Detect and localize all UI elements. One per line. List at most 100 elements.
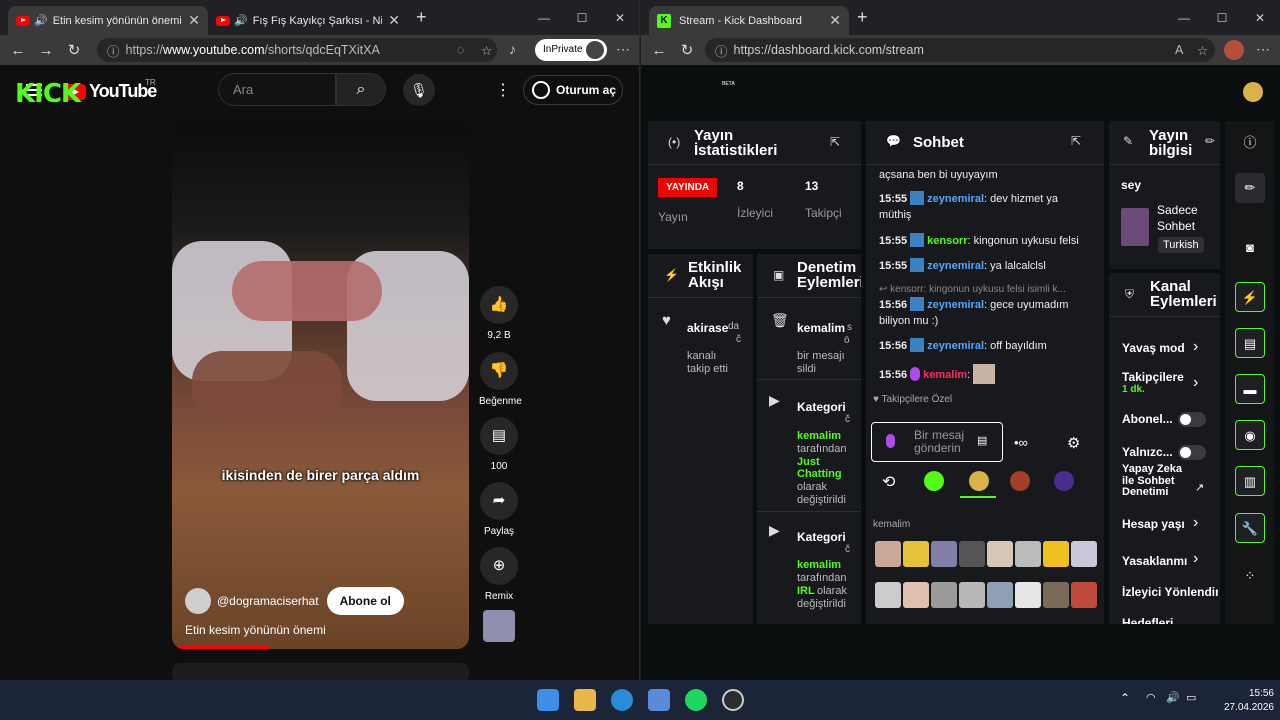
message-user[interactable]: zeynemiral	[927, 340, 984, 352]
channel-emotes-icon[interactable]	[969, 471, 989, 491]
app-icon[interactable]	[722, 689, 744, 711]
emote-set-icon[interactable]	[1054, 471, 1074, 491]
search-input[interactable]: Ara	[218, 73, 336, 106]
speaker-icon[interactable]: 🔊	[34, 14, 48, 27]
popout-icon[interactable]: ⇱	[830, 135, 840, 149]
wifi-icon[interactable]: ◠	[1146, 691, 1156, 704]
emote[interactable]	[875, 582, 901, 608]
read-aloud-icon[interactable]: A	[1175, 43, 1183, 57]
lightning-icon[interactable]: ⚡	[1235, 282, 1265, 312]
forward-icon[interactable]: →	[32, 42, 60, 59]
spotify-icon[interactable]	[685, 689, 707, 711]
emote[interactable]	[903, 541, 929, 567]
video-progress-bar[interactable]	[172, 646, 269, 649]
wrench-icon[interactable]: 🔧	[1235, 513, 1265, 543]
subscribers-toggle[interactable]	[1178, 412, 1206, 427]
site-info-icon[interactable]: ⓘ	[107, 41, 120, 60]
thumbs-down-icon[interactable]: 👎	[480, 352, 518, 390]
chevron-up-icon[interactable]: ⌃	[1120, 691, 1130, 705]
share-icon[interactable]: ➦	[480, 482, 518, 520]
emote[interactable]	[903, 582, 929, 608]
activity-user[interactable]: akirase	[687, 322, 728, 335]
signin-button[interactable]: Oturum aç	[523, 75, 623, 105]
emote-picker-icon[interactable]: ▤	[977, 435, 987, 448]
emote[interactable]	[1015, 582, 1041, 608]
close-window-button[interactable]: ✕	[601, 11, 639, 25]
emote[interactable]	[987, 582, 1013, 608]
back-icon[interactable]: ←	[645, 42, 673, 59]
comment-icon[interactable]: ▤	[480, 417, 518, 455]
message-user[interactable]: zeynemiral	[927, 260, 984, 272]
user-avatar[interactable]	[1243, 82, 1263, 102]
dislike-action[interactable]: 👎 Beğenme	[479, 352, 522, 407]
emote-only-toggle[interactable]	[1178, 445, 1206, 460]
chat-icon[interactable]: ▬	[1235, 374, 1265, 404]
message-user[interactable]: kemalim	[923, 369, 967, 381]
mod-user[interactable]: kemalim	[797, 322, 845, 335]
tracking-icon[interactable]: ◌	[457, 43, 464, 57]
start-button-icon[interactable]	[537, 689, 559, 711]
emote[interactable]	[875, 541, 901, 567]
extensions-icon[interactable]: ♪	[509, 41, 516, 57]
more-menu-icon[interactable]: ⋯	[616, 41, 630, 58]
emote[interactable]	[987, 541, 1013, 567]
site-info-icon[interactable]: ⓘ	[715, 41, 728, 60]
message-user[interactable]: kensorr	[927, 235, 967, 247]
back-icon[interactable]: ←	[4, 42, 32, 59]
popout-icon[interactable]: ⇱	[1071, 134, 1081, 148]
shorts-video-player[interactable]: ikisinden de birer parça aldım @dogramac…	[172, 121, 469, 649]
info-icon[interactable]: ⓘ	[1235, 128, 1265, 158]
favorite-star-icon[interactable]: ☆	[1197, 43, 1208, 58]
maximize-button[interactable]: ☐	[563, 11, 601, 25]
edit-pencil-icon[interactable]: ✏	[1205, 134, 1215, 148]
remix-action[interactable]: ⊕ Remix	[479, 547, 519, 602]
video-title[interactable]: Etin kesim yönünün önemi	[185, 623, 326, 637]
inprivate-badge[interactable]: InPrivate	[535, 39, 607, 61]
emote[interactable]	[931, 541, 957, 567]
clock[interactable]: 15:56 27.04.2026	[1214, 687, 1274, 715]
more-dots-icon[interactable]: ⁘	[1235, 561, 1265, 591]
broadcast-icon[interactable]: ◉	[1235, 420, 1265, 450]
emote[interactable]	[959, 582, 985, 608]
more-menu-icon[interactable]: ⋯	[1256, 41, 1270, 58]
edge-icon[interactable]	[611, 689, 633, 711]
maximize-button[interactable]: ☐	[1203, 11, 1241, 25]
search-button[interactable]: ⌕	[336, 73, 386, 106]
message-user[interactable]: zeynemiral	[927, 299, 984, 311]
message-user[interactable]: zeynemiral	[927, 193, 984, 205]
comments-action[interactable]: ▤ 100	[479, 417, 519, 472]
minimize-button[interactable]: —	[1165, 11, 1203, 25]
emote[interactable]	[1071, 582, 1097, 608]
emote[interactable]	[931, 582, 957, 608]
audio-thumbnail[interactable]	[483, 610, 515, 642]
tab-youtube-shorts[interactable]: 🔊 Etin kesim yönünün önemi - Y ✕	[8, 6, 208, 35]
profile-avatar[interactable]	[1224, 40, 1244, 60]
category-name[interactable]: Sadece Sohbet	[1157, 202, 1217, 234]
recent-emotes-icon[interactable]: ⟲	[882, 472, 895, 492]
favorite-star-icon[interactable]: ☆	[481, 43, 492, 58]
close-tab-icon[interactable]: ✕	[829, 12, 841, 29]
new-tab-button[interactable]: +	[416, 7, 427, 28]
battery-icon[interactable]: ▭	[1186, 691, 1196, 704]
camera-icon[interactable]: ◙	[1235, 233, 1265, 263]
close-tab-icon[interactable]: ✕	[188, 12, 200, 29]
emote[interactable]	[1015, 541, 1041, 567]
close-window-button[interactable]: ✕	[1241, 11, 1279, 25]
voice-search-button[interactable]: 🎙	[403, 74, 435, 106]
url-field[interactable]: ⓘ https://www.youtube.com/shorts/qdcEqTX…	[97, 38, 497, 62]
chat-input[interactable]: Bir mesaj gönderin ▤	[871, 422, 1003, 462]
mod-user[interactable]: kemalim	[797, 430, 841, 442]
emote[interactable]	[1071, 541, 1097, 567]
close-tab-icon[interactable]: ✕	[388, 12, 400, 29]
subscribe-button[interactable]: Abone ol	[326, 587, 404, 615]
mod-user[interactable]: kemalim	[797, 559, 841, 571]
emote[interactable]	[959, 541, 985, 567]
next-video-preview[interactable]	[172, 663, 469, 680]
emote[interactable]	[1043, 541, 1069, 567]
like-action[interactable]: 👍 9,2 B	[479, 286, 519, 341]
tab-kick-dashboard[interactable]: K Stream - Kick Dashboard ✕	[649, 6, 849, 35]
new-tab-button[interactable]: +	[857, 7, 868, 28]
edit-pencil-icon[interactable]: ✏	[1235, 173, 1265, 203]
thumbs-up-icon[interactable]: 👍	[480, 286, 518, 324]
chat-settings-gear-icon[interactable]: ⚙	[1067, 434, 1080, 452]
